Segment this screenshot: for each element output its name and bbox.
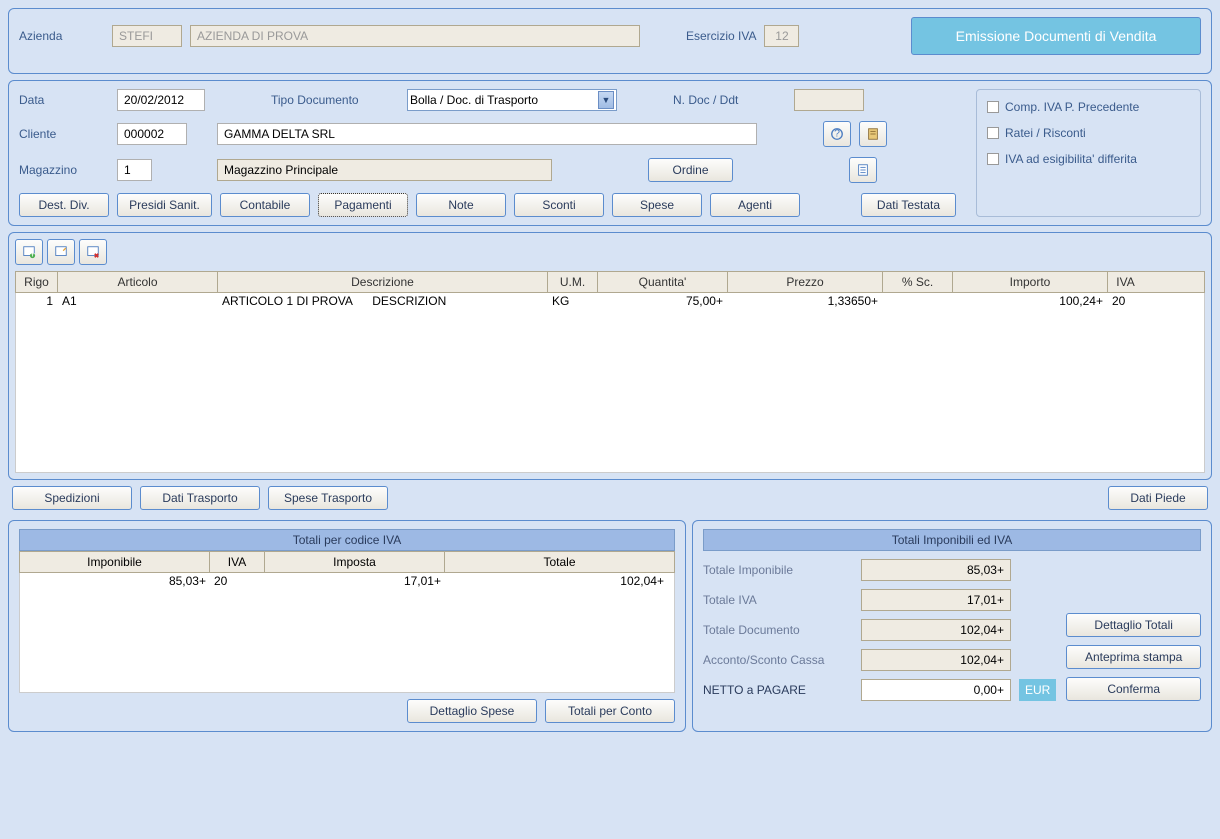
add-icon: + <box>22 245 36 259</box>
book-icon <box>866 127 880 141</box>
totals-section-title: Totali Imponibili ed IVA <box>703 529 1201 551</box>
eur-badge: EUR <box>1019 679 1056 701</box>
col-importo: Importo <box>953 272 1108 292</box>
header-panel: Azienda STEFI AZIENDA DI PROVA Esercizio… <box>8 8 1212 74</box>
agenti-button[interactable]: Agenti <box>710 193 800 217</box>
netto-value: 0,00+ <box>861 679 1011 701</box>
document-icon <box>856 163 870 177</box>
totale-iva-label: Totale IVA <box>703 593 853 607</box>
esercizio-value: 12 <box>764 25 799 47</box>
totale-iva-value: 17,01+ <box>861 589 1011 611</box>
grid-body[interactable]: 1 A1 ARTICOLO 1 DI PROVA DESCRIZION KG 7… <box>15 293 1205 473</box>
totale-documento-label: Totale Documento <box>703 623 853 637</box>
data-input[interactable]: 20/02/2012 <box>117 89 205 111</box>
anteprima-stampa-button[interactable]: Anteprima stampa <box>1066 645 1201 669</box>
col-um: U.M. <box>548 272 598 292</box>
document-button[interactable] <box>849 157 877 183</box>
checkbox-icon <box>987 153 999 165</box>
dati-piede-button[interactable]: Dati Piede <box>1108 486 1208 510</box>
acconto-label: Acconto/Sconto Cassa <box>703 653 853 667</box>
ordine-button[interactable]: Ordine <box>648 158 733 182</box>
grid-header: Rigo Articolo Descrizione U.M. Quantita'… <box>15 271 1205 293</box>
ndoc-label: N. Doc / Ddt <box>673 93 738 107</box>
data-label: Data <box>19 93 109 107</box>
dettaglio-spese-button[interactable]: Dettaglio Spese <box>407 699 537 723</box>
col-iva: IVA <box>1108 272 1143 292</box>
azienda-name-field: AZIENDA DI PROVA <box>190 25 640 47</box>
book-button[interactable] <box>859 121 887 147</box>
add-row-button[interactable]: + <box>15 239 43 265</box>
presidi-button[interactable]: Presidi Sanit. <box>117 193 212 217</box>
checkbox-icon <box>987 101 999 113</box>
dati-testata-button[interactable]: Dati Testata <box>861 193 956 217</box>
spese-trasporto-button[interactable]: Spese Trasporto <box>268 486 388 510</box>
checkbox-panel: Comp. IVA P. Precedente Ratei / Risconti… <box>976 89 1201 217</box>
iva-grid-body: 85,03+ 20 17,01+ 102,04+ <box>19 573 675 693</box>
info-button[interactable]: ? <box>823 121 851 147</box>
totale-imponibile-value: 85,03+ <box>861 559 1011 581</box>
pagamenti-button[interactable]: Pagamenti <box>318 193 408 217</box>
info-icon: ? <box>830 127 844 141</box>
iva-section-title: Totali per codice IVA <box>19 529 675 551</box>
tipo-doc-value: Bolla / Doc. di Trasporto <box>410 93 538 107</box>
note-button[interactable]: Note <box>416 193 506 217</box>
totali-conto-button[interactable]: Totali per Conto <box>545 699 675 723</box>
esercizio-label: Esercizio IVA <box>686 29 756 43</box>
checkbox-icon <box>987 127 999 139</box>
totale-documento-value: 102,04+ <box>861 619 1011 641</box>
checkbox-iva-differita[interactable]: IVA ad esigibilita' differita <box>987 152 1190 166</box>
azienda-code-field: STEFI <box>112 25 182 47</box>
spese-button[interactable]: Spese <box>612 193 702 217</box>
grid-panel: + Rigo Articolo Descrizione U.M. Quantit… <box>8 232 1212 480</box>
iva-row: 85,03+ 20 17,01+ 102,04+ <box>20 573 674 591</box>
magazzino-label: Magazzino <box>19 163 109 177</box>
form-panel: Data 20/02/2012 Tipo Documento Bolla / D… <box>8 80 1212 226</box>
contabile-button[interactable]: Contabile <box>220 193 310 217</box>
tipo-doc-label: Tipo Documento <box>271 93 381 107</box>
azienda-label: Azienda <box>19 29 104 43</box>
page-title: Emissione Documenti di Vendita <box>911 17 1201 55</box>
col-descrizione: Descrizione <box>218 272 548 292</box>
dettaglio-totali-button[interactable]: Dettaglio Totali <box>1066 613 1201 637</box>
delete-row-button[interactable] <box>79 239 107 265</box>
sconti-button[interactable]: Sconti <box>514 193 604 217</box>
ndoc-input[interactable] <box>794 89 864 111</box>
table-row[interactable]: 1 A1 ARTICOLO 1 DI PROVA DESCRIZION KG 7… <box>16 293 1204 311</box>
chevron-down-icon: ▼ <box>598 91 614 109</box>
totals-panel: Totali Imponibili ed IVA Totale Imponibi… <box>692 520 1212 732</box>
checkbox-ratei[interactable]: Ratei / Risconti <box>987 126 1190 140</box>
cliente-label: Cliente <box>19 127 109 141</box>
cliente-name-input[interactable]: GAMMA DELTA SRL <box>217 123 757 145</box>
col-prezzo: Prezzo <box>728 272 883 292</box>
dati-trasporto-button[interactable]: Dati Trasporto <box>140 486 260 510</box>
checkbox-comp-iva[interactable]: Comp. IVA P. Precedente <box>987 100 1190 114</box>
col-articolo: Articolo <box>58 272 218 292</box>
col-quantita: Quantita' <box>598 272 728 292</box>
acconto-value: 102,04+ <box>861 649 1011 671</box>
dest-div-button[interactable]: Dest. Div. <box>19 193 109 217</box>
totale-imponibile-label: Totale Imponibile <box>703 563 853 577</box>
tipo-doc-select[interactable]: Bolla / Doc. di Trasporto ▼ <box>407 89 617 111</box>
conferma-button[interactable]: Conferma <box>1066 677 1201 701</box>
magazzino-name-field: Magazzino Principale <box>217 159 552 181</box>
cliente-code-input[interactable]: 000002 <box>117 123 187 145</box>
netto-label: NETTO a PAGARE <box>703 683 853 697</box>
svg-text:+: + <box>29 248 35 259</box>
edit-row-button[interactable] <box>47 239 75 265</box>
iva-totals-panel: Totali per codice IVA Imponibile IVA Imp… <box>8 520 686 732</box>
col-rigo: Rigo <box>16 272 58 292</box>
edit-icon <box>54 245 68 259</box>
col-sconto: % Sc. <box>883 272 953 292</box>
magazzino-code-input[interactable]: 1 <box>117 159 152 181</box>
svg-text:?: ? <box>834 128 840 140</box>
spedizioni-button[interactable]: Spedizioni <box>12 486 132 510</box>
delete-icon <box>86 245 100 259</box>
iva-grid-header: Imponibile IVA Imposta Totale <box>19 551 675 573</box>
